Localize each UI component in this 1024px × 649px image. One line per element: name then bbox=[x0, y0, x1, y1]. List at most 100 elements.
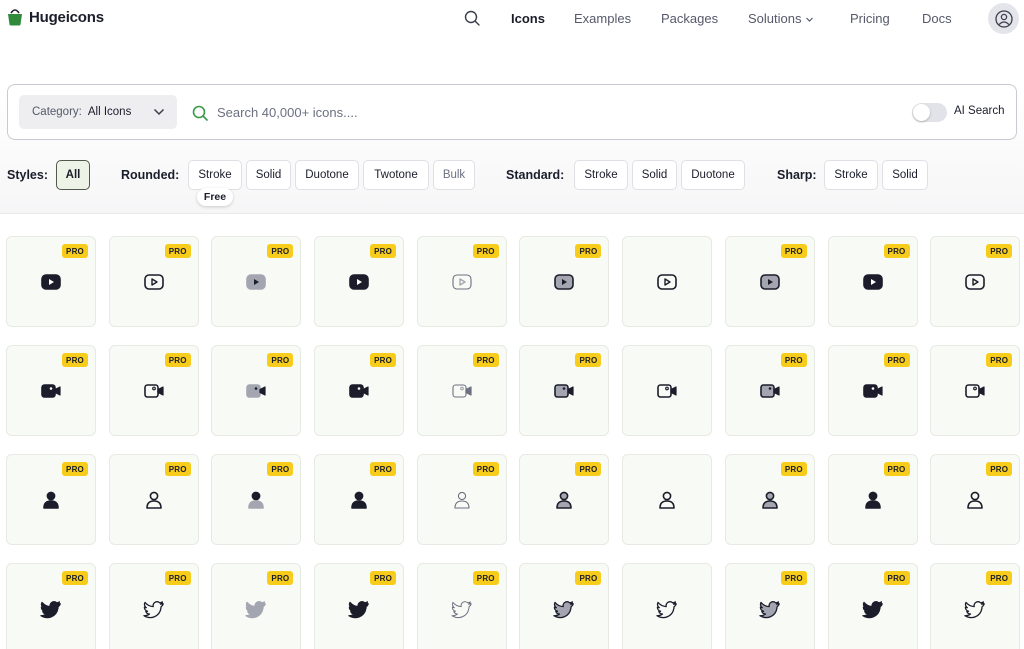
filter-area: Category: All Icons AI Search Styles: Al… bbox=[0, 36, 1024, 214]
nav-solutions-label: Solutions bbox=[748, 11, 802, 26]
video-camera-icon bbox=[760, 383, 780, 398]
standard-stroke-button[interactable]: Stroke bbox=[574, 160, 628, 190]
pro-badge: PRO bbox=[780, 244, 807, 258]
icon-tile[interactable]: PRO bbox=[108, 454, 199, 545]
twitter-icon bbox=[348, 600, 369, 618]
pro-badge: PRO bbox=[472, 353, 499, 367]
icon-tile[interactable]: PRO bbox=[827, 345, 918, 436]
category-dropdown[interactable]: Category: All Icons bbox=[19, 95, 177, 129]
twitter-icon bbox=[40, 600, 61, 618]
user-icon bbox=[864, 491, 881, 509]
icon-tile[interactable]: PRO bbox=[314, 345, 405, 436]
icon-tile[interactable]: PRO bbox=[211, 236, 302, 327]
rounded-solid-button[interactable]: Solid bbox=[246, 160, 291, 190]
sharp-solid-button[interactable]: Solid bbox=[882, 160, 928, 190]
icon-tile[interactable]: PRO bbox=[314, 563, 405, 649]
pro-badge: PRO bbox=[986, 353, 1013, 367]
rounded-stroke-button[interactable]: Stroke bbox=[188, 160, 242, 190]
video-camera-icon bbox=[965, 383, 985, 398]
user-icon bbox=[762, 491, 778, 509]
icon-tile[interactable]: PRO bbox=[211, 563, 302, 649]
icon-tile[interactable]: PRO bbox=[108, 563, 199, 649]
rounded-duotone-button[interactable]: Duotone bbox=[295, 160, 359, 190]
icon-tile[interactable] bbox=[622, 236, 713, 327]
nav-docs[interactable]: Docs bbox=[922, 11, 952, 26]
pro-badge: PRO bbox=[62, 571, 88, 585]
free-tag: Free bbox=[197, 188, 233, 206]
icon-tile[interactable]: PRO bbox=[724, 236, 815, 327]
account-avatar[interactable] bbox=[988, 3, 1019, 34]
icon-tile[interactable]: PRO bbox=[416, 345, 507, 436]
icon-grid: PRO PRO PRO PRO PRO PRO PRO PRO PRO PRO … bbox=[6, 236, 1021, 649]
icon-tile[interactable]: PRO bbox=[724, 454, 815, 545]
icon-tile[interactable]: PRO bbox=[930, 454, 1021, 545]
nav-examples[interactable]: Examples bbox=[574, 11, 631, 26]
pro-badge: PRO bbox=[883, 462, 910, 476]
video-camera-icon bbox=[349, 383, 369, 398]
chevron-down-icon bbox=[153, 108, 165, 116]
ai-search-toggle[interactable] bbox=[912, 103, 947, 122]
user-icon bbox=[659, 491, 675, 509]
icon-tile[interactable] bbox=[622, 563, 713, 649]
nav-icons[interactable]: Icons bbox=[511, 11, 545, 26]
icon-tile[interactable]: PRO bbox=[724, 563, 815, 649]
user-icon bbox=[454, 491, 470, 509]
icon-tile[interactable]: PRO bbox=[314, 454, 405, 545]
video-camera-icon bbox=[246, 383, 266, 398]
icon-tile[interactable]: PRO bbox=[827, 563, 918, 649]
youtube-icon bbox=[965, 273, 985, 290]
rounded-bulk-button[interactable]: Bulk bbox=[433, 160, 475, 190]
style-all-button[interactable]: All bbox=[56, 160, 90, 190]
icon-tile[interactable]: PRO bbox=[211, 454, 302, 545]
user-icon bbox=[248, 491, 265, 509]
pro-badge: PRO bbox=[986, 571, 1013, 585]
icon-tile[interactable]: PRO bbox=[416, 563, 507, 649]
standard-solid-button[interactable]: Solid bbox=[632, 160, 677, 190]
icon-tile[interactable]: PRO bbox=[416, 236, 507, 327]
nav-pricing[interactable]: Pricing bbox=[850, 11, 890, 26]
icon-tile[interactable]: PRO bbox=[827, 236, 918, 327]
sharp-stroke-button[interactable]: Stroke bbox=[824, 160, 878, 190]
toggle-knob bbox=[913, 104, 930, 121]
icon-tile[interactable]: PRO bbox=[827, 454, 918, 545]
icon-tile[interactable]: PRO bbox=[6, 563, 96, 649]
standard-duotone-button[interactable]: Duotone bbox=[681, 160, 745, 190]
nav-solutions[interactable]: Solutions bbox=[748, 11, 814, 26]
video-camera-icon bbox=[143, 383, 164, 398]
brand-logo[interactable]: Hugeicons bbox=[7, 8, 104, 26]
video-camera-icon bbox=[452, 383, 472, 398]
standard-label: Standard: bbox=[506, 168, 565, 182]
icon-tile[interactable] bbox=[622, 345, 713, 436]
rounded-twotone-button[interactable]: Twotone bbox=[363, 160, 429, 190]
icon-tile[interactable]: PRO bbox=[211, 345, 302, 436]
icon-tile[interactable]: PRO bbox=[6, 454, 96, 545]
search-input[interactable] bbox=[217, 101, 617, 123]
icon-tile[interactable]: PRO bbox=[519, 454, 610, 545]
icon-tile[interactable]: PRO bbox=[519, 236, 610, 327]
icon-tile[interactable]: PRO bbox=[6, 345, 96, 436]
video-camera-icon bbox=[657, 383, 677, 398]
icon-tile[interactable]: PRO bbox=[519, 563, 610, 649]
icon-tile[interactable]: PRO bbox=[108, 236, 199, 327]
nav-packages[interactable]: Packages bbox=[661, 11, 718, 26]
icon-tile[interactable]: PRO bbox=[930, 345, 1021, 436]
icon-tile[interactable]: PRO bbox=[314, 236, 405, 327]
icon-tile[interactable]: PRO bbox=[930, 236, 1021, 327]
pro-badge: PRO bbox=[267, 571, 294, 585]
icon-tile[interactable]: PRO bbox=[108, 345, 199, 436]
icon-tile[interactable]: PRO bbox=[930, 563, 1021, 649]
pro-badge: PRO bbox=[883, 353, 910, 367]
icon-tile[interactable]: PRO bbox=[6, 236, 96, 327]
icon-tile[interactable]: PRO bbox=[519, 345, 610, 436]
search-icon[interactable] bbox=[464, 10, 480, 26]
pro-badge: PRO bbox=[780, 571, 807, 585]
pro-badge: PRO bbox=[370, 353, 397, 367]
icon-tile[interactable]: PRO bbox=[724, 345, 815, 436]
twitter-icon bbox=[451, 600, 472, 618]
icon-tile[interactable] bbox=[622, 454, 713, 545]
icon-tile[interactable]: PRO bbox=[416, 454, 507, 545]
twitter-icon bbox=[656, 600, 677, 618]
pro-badge: PRO bbox=[986, 462, 1013, 476]
pro-badge: PRO bbox=[62, 462, 88, 476]
youtube-icon bbox=[349, 273, 369, 290]
